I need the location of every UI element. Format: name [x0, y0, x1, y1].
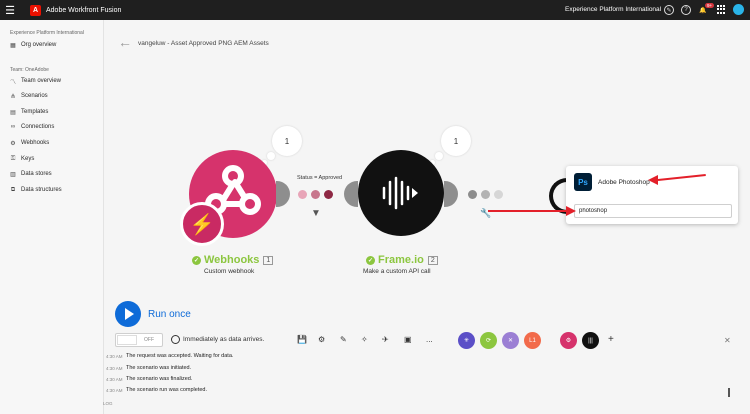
sidebar: Experience Platform International ▦ Org …	[0, 20, 104, 414]
frameio-subtitle: Make a custom API call	[363, 268, 431, 275]
sidebar-item-label: Data structures	[21, 187, 62, 193]
ops-bubble-tail	[267, 152, 275, 160]
play-icon	[125, 308, 134, 320]
sidebar-item-data-stores[interactable]: ▥ Data stores	[9, 169, 52, 179]
run-once-label[interactable]: Run once	[148, 309, 191, 320]
notification-badge: 9+	[705, 3, 715, 8]
annotation-arrow	[488, 210, 566, 212]
more-icon[interactable]: ...	[426, 335, 433, 344]
log-label: LOG	[103, 401, 113, 406]
sidebar-item-scenarios[interactable]: ⋔ Scenarios	[9, 91, 48, 101]
back-arrow-icon[interactable]: ←	[118, 34, 132, 50]
team-section-label: Team: OneAdobe	[10, 67, 49, 73]
schedule-text[interactable]: Immediately as data arrives.	[183, 336, 264, 343]
app-search-input[interactable]	[574, 204, 732, 218]
annotation-arrow-head	[566, 206, 576, 216]
sidebar-item-label: Templates	[21, 109, 49, 115]
gear-icon[interactable]: ⚙	[318, 335, 325, 344]
app-title: Adobe Workfront Fusion	[46, 6, 122, 14]
webhooks-ops-bubble[interactable]: 1	[272, 126, 302, 156]
avatar[interactable]	[733, 4, 744, 15]
link-icon: ∞	[10, 124, 16, 130]
search-result-photoshop[interactable]: Adobe Photoshop	[598, 179, 650, 186]
sidebar-item-org-overview[interactable]: ▦ Org overview	[9, 40, 56, 50]
link-dot	[324, 190, 333, 199]
help-icon[interactable]: ?	[681, 5, 691, 15]
clock-icon[interactable]	[171, 335, 180, 344]
key-icon: ⚿	[10, 155, 16, 162]
feedback-icon[interactable]: ✎	[664, 5, 674, 15]
document-icon: ▤	[10, 109, 16, 116]
webhooks-title: ✓ Webhooks 1	[192, 254, 274, 266]
notes-icon[interactable]: ✎	[340, 335, 347, 344]
tools-app-icon[interactable]: ✳	[458, 332, 475, 349]
org-section-label: Experience Platform International	[10, 30, 84, 36]
webhook-icon: ⚙	[10, 140, 16, 147]
adobe-logo: A	[30, 4, 41, 16]
scheduling-toggle[interactable]: OFF	[115, 333, 163, 347]
sidebar-item-keys[interactable]: ⚿ Keys	[9, 154, 35, 164]
filter-label[interactable]: Status = Approved	[297, 175, 342, 181]
l1-app-icon[interactable]: L1	[524, 332, 541, 349]
webhooks-subtitle: Custom webhook	[204, 268, 255, 275]
link-dot	[481, 190, 490, 199]
run-once-button[interactable]	[115, 301, 141, 327]
airplane-icon[interactable]: ✈	[382, 335, 389, 344]
link-dot	[494, 190, 503, 199]
toggle-state: OFF	[144, 337, 154, 343]
webhooks-app-icon[interactable]: ⚙	[560, 332, 577, 349]
sidebar-item-connections[interactable]: ∞ Connections	[9, 122, 55, 132]
log-entry: 4:30 AM The scenario was finalized.	[106, 376, 193, 382]
ops-bubble-tail	[435, 152, 443, 160]
filter-icon[interactable]: ▼	[311, 208, 321, 219]
module-number: 1	[263, 255, 274, 265]
link-dot	[298, 190, 307, 199]
annotation-arrow-head	[648, 175, 658, 185]
link-dot	[468, 190, 477, 199]
building-icon: ▦	[10, 42, 16, 49]
sidebar-item-label: Connections	[21, 124, 55, 130]
scenario-name[interactable]: vangeluw - Asset Approved PNG AEM Assets	[138, 40, 269, 47]
link-dot	[311, 190, 320, 199]
text-parser-icon[interactable]: ✕	[502, 332, 519, 349]
frameio-ops-bubble[interactable]: 1	[441, 126, 471, 156]
sidebar-item-label: Org overview	[21, 42, 57, 48]
frameio-logo-icon	[382, 176, 418, 210]
sidebar-item-data-structures[interactable]: ⧉ Data structures	[9, 185, 62, 195]
log-scrollbar[interactable]	[728, 388, 730, 397]
frameio-title: ✓ Frame.io 2	[366, 254, 438, 266]
add-module-icon[interactable]: +	[608, 334, 614, 345]
database-icon: ▥	[10, 171, 16, 178]
check-icon: ✓	[366, 255, 375, 265]
instant-trigger-icon: ⚡	[180, 202, 224, 246]
org-switcher[interactable]: Experience Platform International	[565, 6, 661, 13]
sidebar-item-label: Team overview	[21, 78, 62, 84]
chart-icon: 〽	[9, 79, 16, 86]
log-entry: 4:30 AM The scenario was initiated.	[106, 365, 192, 371]
check-icon: ✓	[192, 255, 201, 265]
sidebar-item-label: Keys	[21, 156, 35, 162]
briefcase-icon[interactable]: ▣	[404, 335, 412, 344]
sidebar-item-label: Scenarios	[21, 93, 48, 99]
module-number: 2	[427, 255, 438, 265]
structure-icon: ⧉	[10, 186, 16, 193]
log-entry: 4:30 AM The scenario run was completed.	[106, 387, 208, 393]
apps-icon[interactable]	[717, 5, 726, 14]
sidebar-item-label: Webhooks	[21, 140, 50, 146]
sidebar-item-team-overview[interactable]: 〽 Team overview	[9, 76, 61, 86]
sidebar-item-templates[interactable]: ▤ Templates	[9, 107, 48, 117]
share-icon: ⋔	[10, 93, 16, 100]
sidebar-item-webhooks[interactable]: ⚙ Webhooks	[9, 138, 49, 148]
log-entry: 4:30 AM The request was accepted. Waitin…	[106, 353, 234, 359]
toggle-knob	[117, 335, 137, 345]
magic-wand-icon[interactable]: ✧	[361, 335, 368, 344]
menu-icon[interactable]: ☰	[0, 0, 20, 20]
flow-control-icon[interactable]: ⟳	[480, 332, 497, 349]
photoshop-icon[interactable]: Ps	[574, 173, 592, 191]
close-icon[interactable]: ✕	[724, 336, 731, 345]
sidebar-item-label: Data stores	[21, 171, 52, 177]
frameio-app-icon[interactable]: |||	[582, 332, 599, 349]
save-icon[interactable]: 💾	[297, 335, 307, 344]
